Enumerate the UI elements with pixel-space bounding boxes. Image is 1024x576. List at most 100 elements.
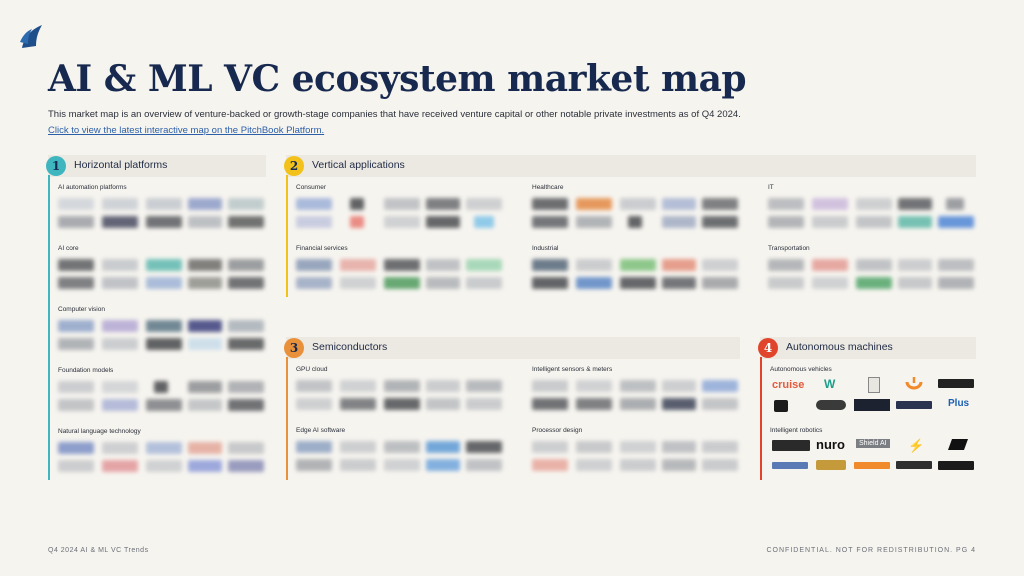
company-logo[interactable] [662,277,696,289]
company-logo[interactable] [702,441,738,453]
company-logo[interactable] [576,198,612,210]
company-logo[interactable] [340,277,376,289]
company-logo[interactable] [146,259,182,271]
company-logo[interactable] [58,198,94,210]
company-logo[interactable] [620,441,656,453]
company-logo[interactable] [188,216,222,228]
company-logo[interactable] [228,460,264,472]
company-logo[interactable] [296,277,332,289]
company-logo[interactable] [228,320,264,332]
company-logo[interactable] [228,338,264,350]
company-logo[interactable] [466,198,502,210]
company-logo[interactable] [896,461,932,469]
company-logo[interactable] [898,259,932,271]
company-logo[interactable] [576,459,612,471]
waabi-logo[interactable]: W [824,377,835,391]
company-logo[interactable] [188,442,222,454]
company-logo[interactable] [628,216,642,228]
company-logo[interactable] [102,399,138,411]
company-logo[interactable] [426,216,460,228]
company-logo[interactable] [228,259,264,271]
company-logo[interactable] [896,401,932,409]
company-logo[interactable] [854,462,890,469]
company-logo[interactable] [296,398,332,410]
company-logo[interactable] [466,277,502,289]
company-logo[interactable] [426,277,460,289]
company-logo[interactable] [532,198,568,210]
company-logo[interactable] [426,441,460,453]
company-logo[interactable] [296,198,332,210]
company-logo[interactable] [102,259,138,271]
company-logo[interactable] [576,380,612,392]
company-logo[interactable]: ⚡ [908,438,924,454]
company-logo[interactable] [466,398,502,410]
company-logo[interactable] [58,460,94,472]
company-logo[interactable] [768,216,804,228]
company-logo[interactable] [620,259,656,271]
company-logo[interactable] [58,381,94,393]
company-logo[interactable] [340,441,376,453]
company-logo[interactable] [856,198,892,210]
company-logo[interactable] [340,459,376,471]
company-logo[interactable] [938,277,974,289]
company-logo[interactable] [702,216,738,228]
company-logo[interactable] [146,399,182,411]
company-logo[interactable] [384,259,420,271]
company-logo[interactable] [146,277,182,289]
company-logo[interactable] [384,398,420,410]
company-logo[interactable] [102,216,138,228]
company-logo[interactable] [384,198,420,210]
company-logo[interactable] [938,379,974,388]
company-logo[interactable] [662,216,696,228]
company-logo[interactable] [58,320,94,332]
plus-logo[interactable]: Plus [948,398,969,409]
company-logo[interactable] [340,380,376,392]
company-logo[interactable] [350,216,364,228]
company-logo[interactable] [662,380,696,392]
company-logo[interactable] [768,259,804,271]
company-logo[interactable] [576,441,612,453]
company-logo[interactable] [58,399,94,411]
company-logo[interactable] [384,380,420,392]
company-logo[interactable] [702,398,738,410]
company-logo[interactable] [812,216,848,228]
company-logo[interactable] [350,198,364,210]
nuro-logo[interactable]: nuro [816,437,845,452]
company-logo[interactable] [532,277,568,289]
company-logo[interactable] [532,216,568,228]
company-logo[interactable] [938,216,974,228]
company-logo[interactable] [466,441,502,453]
company-logo[interactable] [58,216,94,228]
company-logo[interactable] [812,198,848,210]
didi-logo-icon[interactable] [904,376,924,392]
company-logo[interactable] [702,277,738,289]
company-logo[interactable] [812,259,848,271]
company-logo[interactable] [774,400,788,412]
company-logo[interactable] [102,460,138,472]
company-logo[interactable] [188,320,222,332]
company-logo[interactable] [384,277,420,289]
company-logo[interactable] [188,460,222,472]
company-logo[interactable] [146,442,182,454]
company-logo[interactable] [620,198,656,210]
company-logo[interactable] [898,198,932,210]
company-logo[interactable] [188,338,222,350]
company-logo[interactable] [662,441,696,453]
company-logo[interactable] [102,320,138,332]
company-logo[interactable] [662,459,696,471]
company-logo[interactable] [662,198,696,210]
company-logo[interactable] [854,399,890,411]
company-logo[interactable] [58,277,94,289]
company-logo[interactable] [466,380,502,392]
company-logo[interactable] [58,442,94,454]
company-logo[interactable] [146,320,182,332]
company-logo[interactable] [188,381,222,393]
company-logo[interactable] [532,398,568,410]
company-logo[interactable] [576,216,612,228]
company-logo[interactable] [188,198,222,210]
company-logo[interactable] [340,398,376,410]
company-logo[interactable] [532,259,568,271]
company-logo[interactable] [620,398,656,410]
company-logo[interactable] [228,399,264,411]
company-logo[interactable] [146,460,182,472]
